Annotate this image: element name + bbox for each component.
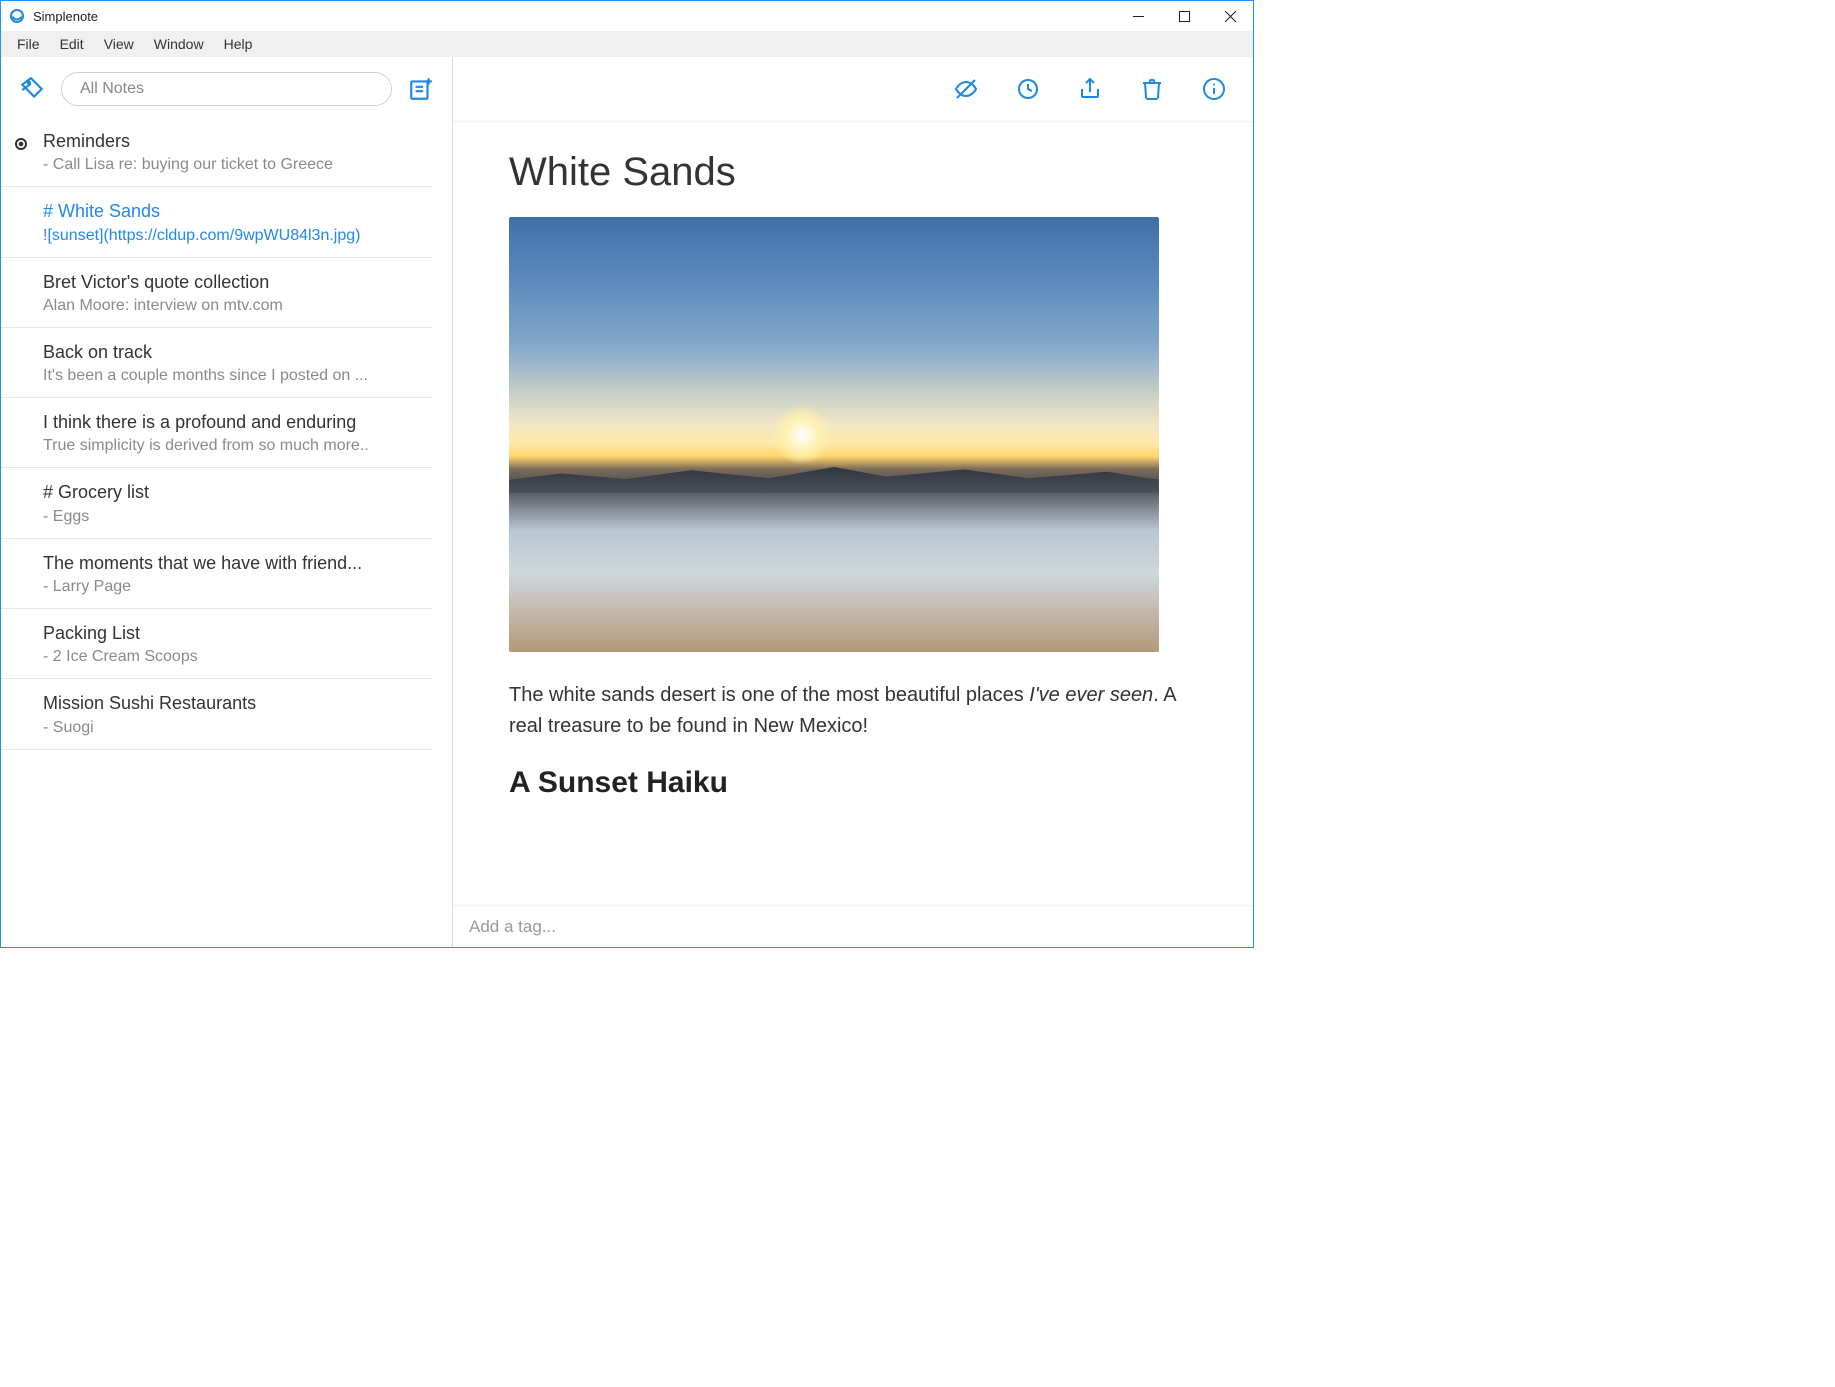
new-note-button[interactable] [404, 72, 438, 106]
main-split: All Notes Reminders - Call Lisa re: buyi… [1, 57, 1253, 947]
paragraph-text-a: The white sands desert is one of the mos… [509, 684, 1029, 706]
note-title: The moments that we have with friend... [43, 551, 412, 575]
menu-file[interactable]: File [7, 34, 50, 54]
note-item[interactable]: # Grocery list - Eggs [1, 468, 432, 538]
tag-placeholder: Add a tag... [469, 917, 556, 937]
sidebar: All Notes Reminders - Call Lisa re: buyi… [1, 57, 453, 947]
menu-help[interactable]: Help [214, 34, 263, 54]
note-preview: - Eggs [43, 508, 412, 526]
window-close-button[interactable] [1207, 1, 1253, 31]
note-title: Bret Victor's quote collection [43, 270, 412, 294]
note-title: # White Sands [43, 199, 412, 223]
share-icon[interactable] [1073, 72, 1107, 106]
titlebar: Simplenote [1, 1, 1253, 31]
menu-edit[interactable]: Edit [50, 34, 94, 54]
note-preview: ![sunset](https://cldup.com/9wpWU84l3n.j… [43, 227, 412, 245]
paragraph-text-em: I've ever seen [1029, 684, 1153, 706]
tags-icon[interactable] [15, 72, 49, 106]
note-preview: - Suogi [43, 719, 412, 737]
note-item[interactable]: Packing List - 2 Ice Cream Scoops [1, 609, 432, 679]
note-list[interactable]: Reminders - Call Lisa re: buying our tic… [1, 121, 452, 947]
editor-pane: White Sands The white sands desert is on… [453, 57, 1253, 947]
search-input[interactable]: All Notes [61, 72, 392, 106]
note-title: I think there is a profound and enduring [43, 410, 412, 434]
note-item[interactable]: Back on track It's been a couple months … [1, 328, 432, 398]
note-item[interactable]: Bret Victor's quote collection Alan Moor… [1, 258, 432, 328]
note-item[interactable]: I think there is a profound and enduring… [1, 398, 432, 468]
note-item[interactable]: Mission Sushi Restaurants - Suogi [1, 679, 432, 749]
pin-icon [15, 138, 27, 150]
note-subheading: A Sunset Haiku [509, 766, 1197, 800]
info-icon[interactable] [1197, 72, 1231, 106]
window-minimize-button[interactable] [1115, 1, 1161, 31]
note-title: # Grocery list [43, 480, 412, 504]
menu-window[interactable]: Window [144, 34, 214, 54]
note-title: Reminders [43, 129, 412, 153]
note-paragraph: The white sands desert is one of the mos… [509, 680, 1197, 742]
menubar: File Edit View Window Help [1, 31, 1253, 57]
menu-view[interactable]: View [94, 34, 144, 54]
note-image [509, 217, 1159, 652]
sidebar-toolbar: All Notes [1, 57, 452, 121]
note-item[interactable]: # White Sands ![sunset](https://cldup.co… [1, 187, 432, 257]
note-preview: True simplicity is derived from so much … [43, 437, 412, 455]
window-controls [1115, 1, 1253, 31]
window-maximize-button[interactable] [1161, 1, 1207, 31]
search-placeholder: All Notes [80, 80, 144, 98]
note-preview: - 2 Ice Cream Scoops [43, 648, 412, 666]
app-title: Simplenote [33, 9, 98, 24]
note-preview: It's been a couple months since I posted… [43, 367, 412, 385]
app-window: Simplenote File Edit View Window Help [0, 0, 1254, 948]
tag-input[interactable]: Add a tag... [453, 905, 1253, 947]
note-item[interactable]: The moments that we have with friend... … [1, 539, 432, 609]
note-title: Mission Sushi Restaurants [43, 691, 412, 715]
document-title: White Sands [509, 150, 1197, 195]
note-preview: Alan Moore: interview on mtv.com [43, 297, 412, 315]
toggle-preview-icon[interactable] [949, 72, 983, 106]
trash-icon[interactable] [1135, 72, 1169, 106]
history-icon[interactable] [1011, 72, 1045, 106]
note-preview: - Call Lisa re: buying our ticket to Gre… [43, 156, 412, 174]
note-item[interactable]: Reminders - Call Lisa re: buying our tic… [1, 121, 432, 187]
editor-toolbar [453, 57, 1253, 121]
app-logo-icon [9, 8, 25, 24]
editor-body[interactable]: White Sands The white sands desert is on… [453, 121, 1253, 905]
note-preview: - Larry Page [43, 578, 412, 596]
note-title: Packing List [43, 621, 412, 645]
note-title: Back on track [43, 340, 412, 364]
